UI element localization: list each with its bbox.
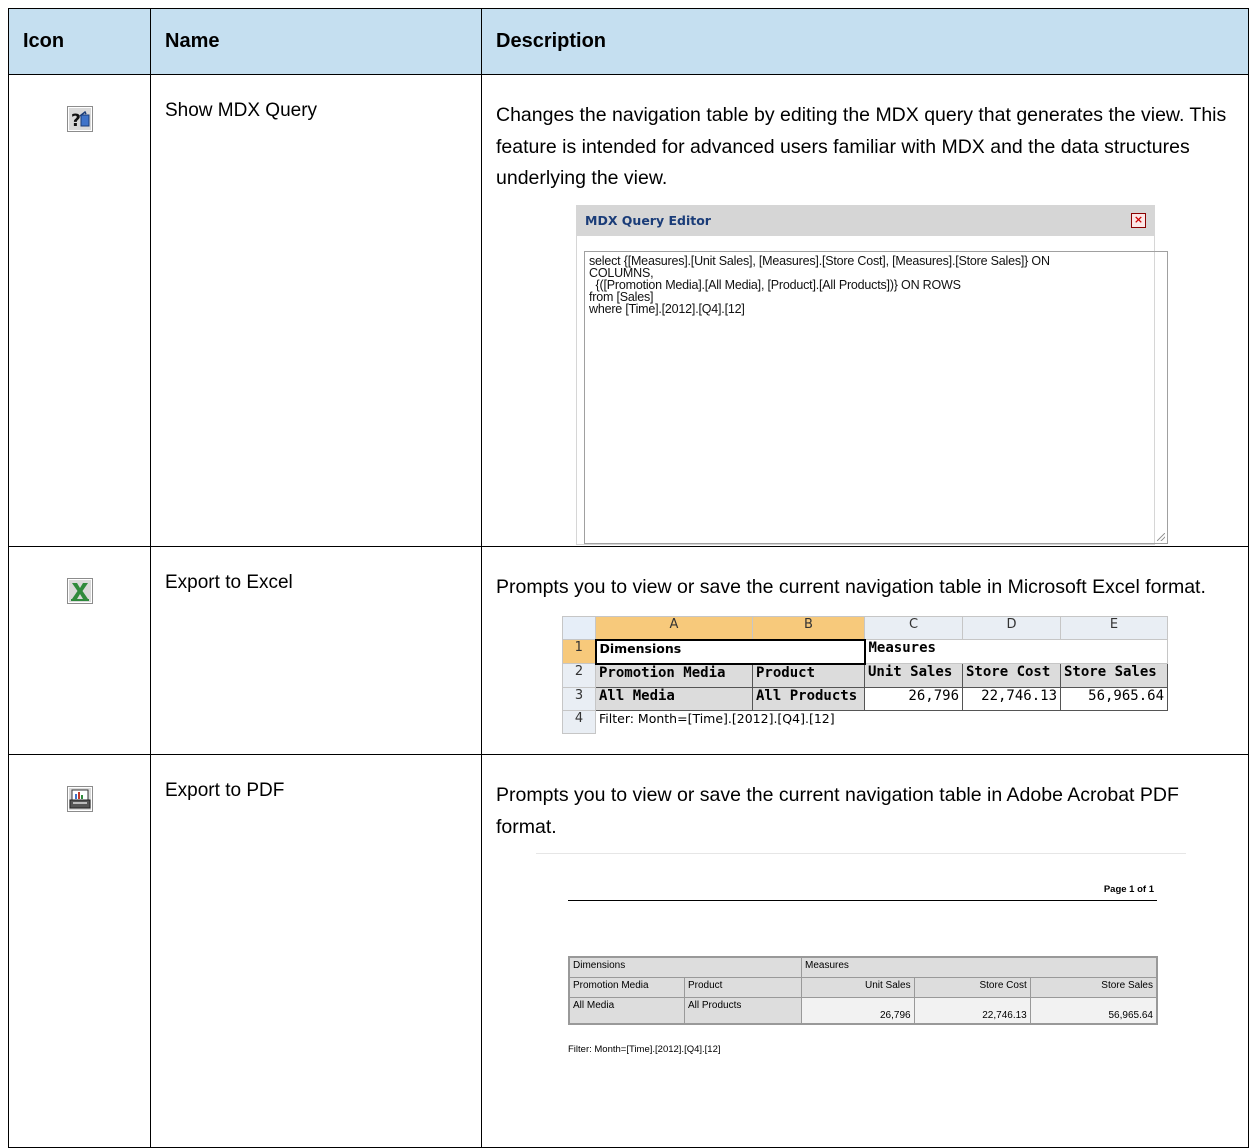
excel-export-icon: [66, 578, 93, 604]
pdf-value-cell: 26,796: [801, 997, 915, 1025]
excel-value-cell: 56,965.64: [1060, 686, 1168, 711]
row-name: Export to Excel: [150, 546, 482, 755]
excel-row: 4 Filter: Month=[Time].[2012].[Q4].[12]: [562, 709, 1168, 734]
excel-select-all-corner: [562, 615, 596, 641]
excel-row-number: 1: [562, 639, 596, 665]
row-name: Show MDX Query: [150, 74, 482, 547]
table-row: Export to PDF Prompts you to view or sav…: [8, 754, 1249, 1148]
excel-column-header-row: A B C D E: [562, 615, 1168, 641]
excel-value-cell: All Media: [595, 686, 753, 711]
header-description: Description: [481, 8, 1249, 75]
pdf-filter-text: Filter: Month=[Time].[2012].[Q4].[12]: [568, 1044, 721, 1056]
excel-row-number: 2: [562, 663, 596, 688]
pdf-measures-cell: Measures: [801, 956, 1158, 979]
row-description: Prompts you to view or save the current …: [496, 784, 1179, 838]
excel-column-header: D: [962, 615, 1061, 641]
excel-header-cell: Store Cost: [962, 663, 1061, 688]
pdf-header-cell: Promotion Media: [568, 977, 685, 999]
table-row: ? Show MDX Query Changes the navigation …: [8, 74, 1249, 547]
pdf-preview: Page 1 of 1 Dimensions Measures Promotio…: [536, 853, 1186, 1082]
svg-text:?: ?: [71, 111, 81, 131]
toolbar-icon-reference-table: Icon Name Description ? Show MDX Query C…: [8, 8, 1249, 1148]
excel-value-cell: 22,746.13: [962, 686, 1061, 711]
close-icon[interactable]: ×: [1131, 213, 1146, 229]
excel-row-number: 4: [562, 709, 596, 734]
pdf-value-cell: All Media: [568, 997, 685, 1025]
table-row: Export to Excel Prompts you to view or s…: [8, 546, 1249, 755]
excel-header-cell: Promotion Media: [595, 663, 753, 688]
pdf-row: Promotion Media Product Unit Sales Store…: [568, 977, 1158, 999]
mdx-query-editor-dialog: MDX Query Editor × select {[Measures].[U…: [576, 204, 1168, 545]
excel-column-header: E: [1060, 615, 1168, 641]
excel-row-number: 3: [562, 686, 596, 711]
pdf-value-cell: 56,965.64: [1029, 997, 1158, 1025]
mdx-query-text: select {[Measures].[Unit Sales], [Measur…: [589, 253, 1050, 316]
excel-preview: A B C D E 1 Dimensions Measures 2 Promot…: [562, 615, 1168, 734]
excel-header-cell: Product: [752, 663, 865, 688]
excel-dimensions-cell: Dimensions: [594, 638, 866, 665]
header-name: Name: [150, 8, 482, 75]
pdf-table: Dimensions Measures Promotion Media Prod…: [568, 956, 1158, 1025]
pdf-header-cell: Store Sales: [1029, 977, 1158, 999]
excel-value-cell: All Products: [752, 686, 865, 711]
mdx-editor-title: MDX Query Editor: [585, 213, 711, 229]
excel-header-cell: Unit Sales: [864, 663, 963, 688]
mdx-editor-titlebar: MDX Query Editor ×: [577, 205, 1154, 236]
row-description: Prompts you to view or save the current …: [496, 576, 1206, 598]
table-header-row: Icon Name Description: [8, 8, 1249, 75]
pdf-export-icon: [66, 786, 93, 812]
mdx-query-textarea[interactable]: select {[Measures].[Unit Sales], [Measur…: [584, 250, 1168, 544]
header-icon: Icon: [8, 8, 151, 75]
resize-grip-icon[interactable]: [1157, 532, 1165, 541]
excel-column-header: A: [595, 615, 753, 641]
row-name: Export to PDF: [150, 754, 482, 1148]
excel-row: 2 Promotion Media Product Unit Sales Sto…: [562, 663, 1168, 688]
pdf-dimensions-cell: Dimensions: [568, 956, 802, 979]
pdf-header-cell: Product: [684, 977, 802, 999]
excel-row: 1 Dimensions Measures: [562, 638, 1168, 665]
excel-row: 3 All Media All Products 26,796 22,746.1…: [562, 686, 1168, 711]
pdf-header-cell: Unit Sales: [801, 977, 915, 999]
pdf-header-cell: Store Cost: [913, 977, 1031, 999]
excel-column-header: B: [752, 615, 865, 641]
pdf-row: Dimensions Measures: [568, 956, 1158, 979]
pdf-header-rule: [568, 900, 1157, 902]
pdf-value-cell: All Products: [684, 997, 802, 1025]
pdf-page-number: Page 1 of 1: [1103, 884, 1154, 896]
excel-value-cell: 26,796: [864, 686, 963, 711]
excel-header-cell: Store Sales: [1060, 663, 1168, 688]
row-description: Changes the navigation table by editing …: [496, 104, 1227, 190]
pdf-value-cell: 22,746.13: [913, 997, 1031, 1025]
excel-measures-cell: Measures: [864, 639, 1168, 665]
excel-column-header: C: [864, 615, 963, 641]
excel-filter-cell: Filter: Month=[Time].[2012].[Q4].[12]: [599, 710, 835, 726]
mdx-query-icon: ?: [66, 106, 93, 132]
pdf-row: All Media All Products 26,796 22,746.13 …: [568, 997, 1158, 1025]
